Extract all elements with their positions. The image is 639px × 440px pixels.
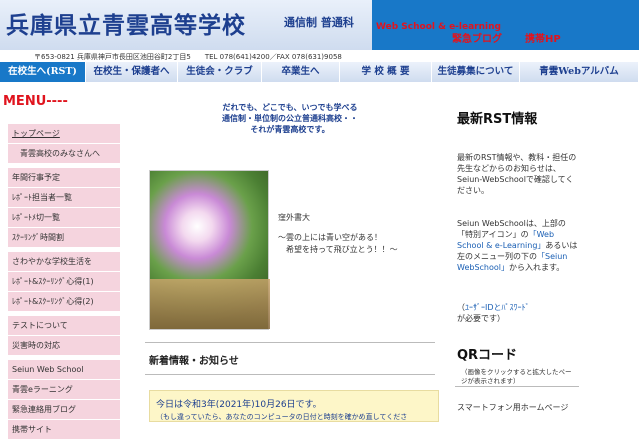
menu-item-annual-events[interactable]: 年間行事予定 [8,168,120,188]
notice-hint: （もし違っていたら、あなたのコンピュータの日付と時刻を確かめ直してくださ [156,413,408,421]
nav-item-school-overview[interactable]: 学 校 概 要 [340,62,432,82]
nav-item-rst[interactable]: 在校生へ(RST) [0,62,86,82]
menu-title: MENU---- [3,94,68,109]
nav-item-students-parents[interactable]: 在校生・保護者へ [86,62,178,82]
menu-item-school-life[interactable]: さわやかな学校生活を [8,252,120,272]
right-sidebar: 最新RST情報 最新のRST情報や、教科・担任の先生などからのお知らせは、Sei… [455,84,639,422]
main-content: だれでも、どこでも、いつでも学べる 通信制・単位制の公立普通科高校・・ それが青… [135,84,445,422]
intro-text: だれでも、どこでも、いつでも学べる 通信制・単位制の公立普通科高校・・ それが青… [135,102,445,135]
notice-date: 今日は令和3年(2021年)10月26日です。 [156,400,322,410]
menu-list: トップページ 青雲高校のみなさんへ 年間行事予定 ﾚﾎﾟｰﾄ担当者一覧 ﾚﾎﾟｰ… [8,124,120,440]
news-title: 新着情報・お知らせ [149,356,239,367]
flower-photo [149,170,270,330]
nav-item-graduates[interactable]: 卒業生へ [262,62,340,82]
poem-title: 窪外書大 [278,213,310,222]
vase-shape [150,279,270,329]
nav-item-admissions[interactable]: 生徒募集について [432,62,520,82]
date-notice: 今日は令和3年(2021年)10月26日です。 （もし違っていたら、あなたのコン… [149,390,439,422]
school-address: 〒653-0821 兵庫県神戸市長田区池田谷町2丁目5 TEL 078(641)… [34,53,342,61]
mobile-site-link[interactable]: 携帯HP [525,30,561,45]
header-banner: 兵庫県立青雲高等学校 通信制 普通科 [0,0,372,50]
rst-text: が必要です） [457,314,505,323]
menu-item-report-deadlines[interactable]: ﾚﾎﾟｰﾄﾒ切一覧 [8,208,120,228]
menu-item-guideline-1[interactable]: ﾚﾎﾟｰﾄ&ｽｸｰﾘﾝｸﾞ心得(1) [8,272,120,292]
nav-item-web-album[interactable]: 青雲Webアルバム [520,62,639,82]
nav-item-student-council[interactable]: 生徒会・クラブ [178,62,262,82]
divider [145,374,435,375]
menu-item-top[interactable]: トップページ [8,124,120,144]
intro-line: 通信制・単位制の公立普通科高校・・ [222,114,358,123]
qr-note: （画像をクリックすると拡大したページが表示されます） [461,368,572,385]
rst-title: 最新RST情報 [457,112,538,127]
menu-item-tests[interactable]: テストについて [8,316,120,336]
qr-title: QRコード [457,348,518,363]
menu-item-web-school[interactable]: Seiun Web School [8,360,120,380]
rst-text: から入れます。 [509,263,565,272]
menu-item-mobile-site[interactable]: 携帯サイト [8,420,120,440]
divider [455,386,579,387]
site-header: 兵庫県立青雲高等学校 通信制 普通科 Web School & e-learni… [0,0,639,50]
emergency-blog-link[interactable]: 緊急ブログ [452,30,502,45]
menu-item-welcome[interactable]: 青雲高校のみなさんへ [8,144,120,164]
menu-item-guideline-2[interactable]: ﾚﾎﾟｰﾄ&ｽｸｰﾘﾝｸﾞ心得(2) [8,292,120,312]
poem-line: ～雲の上には青い空がある！ [278,233,382,242]
rst-access-text: Seiun WebSchoolは、上部の「特別アイコン」の「Web School… [457,218,579,273]
intro-line: だれでも、どこでも、いつでも学べる [222,103,358,112]
rst-credentials: ﾕｰｻﾞｰIDとﾊﾟｽﾜｰﾄﾞ [465,303,530,312]
menu-item-disaster[interactable]: 災害時の対応 [8,336,120,356]
school-name: 兵庫県立青雲高等学校 [6,12,246,39]
poem-block: 窪外書大 ～雲の上には青い空がある！ 希望を持って飛び立とう！！～ [278,212,398,256]
menu-item-schooling-timetable[interactable]: ｽｸｰﾘﾝｸﾞ時間割 [8,228,120,248]
school-subtitle: 通信制 普通科 [284,16,354,29]
main-nav: 在校生へ(RST) 在校生・保護者へ 生徒会・クラブ 卒業生へ 学 校 概 要 … [0,62,639,82]
smartphone-link[interactable]: スマートフォン用ホームページ [457,402,579,413]
poem-line: 希望を持って飛び立とう！！～ [286,245,398,254]
rst-info-text: 最新のRST情報や、教科・担任の先生などからのお知らせは、Seiun-WebSc… [457,153,577,195]
menu-item-report-staff[interactable]: ﾚﾎﾟｰﾄ担当者一覧 [8,188,120,208]
intro-line: それが青雲高校です。 [250,125,330,134]
sidebar: MENU---- トップページ 青雲高校のみなさんへ 年間行事予定 ﾚﾎﾟｰﾄ担… [0,84,122,440]
header-links: Web School & e-learning 緊急ブログ 携帯HP [372,0,639,50]
rst-login-note: （ﾕｰｻﾞｰIDとﾊﾟｽﾜｰﾄﾞ が必要です） [457,302,577,324]
menu-item-emergency-blog[interactable]: 緊急連絡用ブログ [8,400,120,420]
rst-text: （ [457,303,465,312]
menu-item-e-learning[interactable]: 青雲eラーニング [8,380,120,400]
divider [145,342,435,343]
